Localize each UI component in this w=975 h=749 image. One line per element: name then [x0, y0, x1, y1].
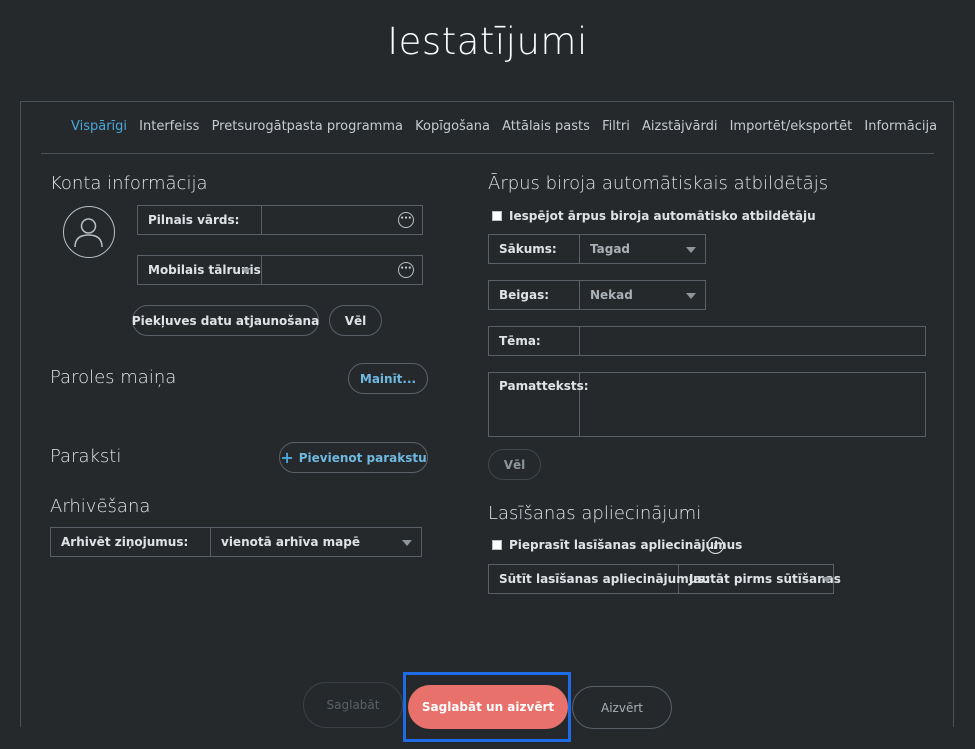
- refresh-credentials-button[interactable]: Piekļuves datu atjaunošana: [132, 305, 319, 336]
- focus-highlight: [403, 672, 571, 742]
- send-receipts-value: Jautāt pirms sūtīšanas: [689, 572, 841, 586]
- chevron-down-icon: [241, 268, 251, 274]
- account-heading: Konta informācija: [50, 173, 208, 194]
- autoreply-body-label: Pamatteksts:: [489, 373, 589, 436]
- request-receipts-checkbox[interactable]: [492, 540, 502, 550]
- more-options-icon[interactable]: ···: [398, 212, 414, 228]
- tab-remote-mail[interactable]: Attālais pasts: [502, 119, 590, 134]
- tab-antispam[interactable]: Pretsurogātpasta programma: [212, 119, 403, 134]
- tab-interface[interactable]: Interfeiss: [139, 119, 199, 134]
- phone-field: Mobilais tālrunis ···: [137, 255, 423, 285]
- send-receipts-label: Sūtīt lasīšanas apliecinājumus:: [489, 565, 709, 593]
- account-more-button[interactable]: Vēl: [329, 305, 382, 336]
- fullname-field: Pilnais vārds: ···: [137, 205, 423, 235]
- save-button[interactable]: Saglabāt: [303, 682, 403, 728]
- chevron-down-icon: [686, 247, 696, 253]
- autoreply-subject-field: Tēma:: [488, 326, 926, 356]
- fullname-label: Pilnais vārds:: [138, 206, 262, 234]
- change-password-button[interactable]: Mainīt...: [348, 363, 428, 394]
- chevron-down-icon: [821, 577, 832, 583]
- autoreply-heading: Ārpus biroja automātiskais atbildētājs: [488, 173, 829, 194]
- phone-input[interactable]: ···: [262, 256, 422, 284]
- autoreply-body-input[interactable]: [580, 373, 925, 436]
- archive-select[interactable]: vienotā arhīva mapē: [211, 528, 421, 556]
- autoreply-more-button[interactable]: Vēl: [488, 449, 541, 480]
- tab-sharing[interactable]: Kopīgošana: [415, 119, 490, 134]
- archive-value: vienotā arhīva mapē: [221, 535, 360, 549]
- autoreply-start-label: Sākums:: [489, 235, 580, 263]
- autoreply-subject-input[interactable]: [580, 327, 925, 355]
- more-options-icon[interactable]: ···: [398, 262, 414, 278]
- add-signature-label: Pievienot parakstu: [298, 450, 427, 465]
- autoreply-end-label: Beigas:: [489, 281, 580, 309]
- phone-type-select[interactable]: Mobilais tālrunis: [138, 256, 262, 284]
- tab-import-export[interactable]: Importēt/eksportēt: [730, 119, 853, 134]
- page-title: Iestatījumi: [387, 20, 588, 63]
- info-icon[interactable]: i: [707, 537, 724, 554]
- close-button[interactable]: Aizvērt: [572, 686, 672, 729]
- autoreply-end-field: Beigas: Nekad: [488, 280, 706, 310]
- user-icon: [74, 218, 103, 248]
- add-signature-button[interactable]: + Pievienot parakstu: [279, 442, 428, 473]
- signatures-heading: Paraksti: [50, 446, 122, 467]
- tab-information[interactable]: Informācija: [864, 119, 937, 134]
- tab-general[interactable]: Vispārīgi: [71, 119, 127, 134]
- send-receipts-select[interactable]: Jautāt pirms sūtīšanas: [679, 565, 841, 593]
- autoreply-start-select[interactable]: Tagad: [580, 235, 705, 263]
- receipts-heading: Lasīšanas apliecinājumi: [488, 503, 702, 524]
- archive-field: Arhivēt ziņojumus: vienotā arhīva mapē: [50, 527, 422, 557]
- autoreply-enable-checkbox[interactable]: [492, 211, 502, 221]
- autoreply-enable-label: Iespējot ārpus biroja automātisko atbild…: [509, 209, 816, 223]
- autoreply-start-value: Tagad: [590, 242, 631, 256]
- chevron-down-icon: [402, 540, 412, 546]
- plus-icon: +: [280, 448, 294, 467]
- avatar[interactable]: [63, 206, 115, 258]
- fullname-input[interactable]: ···: [262, 206, 422, 234]
- tabs-divider: [41, 153, 934, 154]
- chevron-down-icon: [686, 293, 696, 299]
- settings-tabs: Vispārīgi Interfeiss Pretsurogātpasta pr…: [71, 119, 945, 134]
- autoreply-body-field: Pamatteksts:: [488, 372, 926, 437]
- autoreply-end-select[interactable]: Nekad: [580, 281, 705, 309]
- tab-filters[interactable]: Filtri: [602, 119, 630, 134]
- archive-label: Arhivēt ziņojumus:: [51, 528, 211, 556]
- autoreply-subject-label: Tēma:: [489, 327, 580, 355]
- send-receipts-field: Sūtīt lasīšanas apliecinājumus: Jautāt p…: [488, 564, 841, 594]
- password-heading: Paroles maiņa: [50, 367, 177, 388]
- archive-heading: Arhivēšana: [50, 496, 151, 517]
- autoreply-start-field: Sākums: Tagad: [488, 234, 706, 264]
- autoreply-end-value: Nekad: [590, 288, 633, 302]
- tab-aliases[interactable]: Aizstājvārdi: [642, 119, 717, 134]
